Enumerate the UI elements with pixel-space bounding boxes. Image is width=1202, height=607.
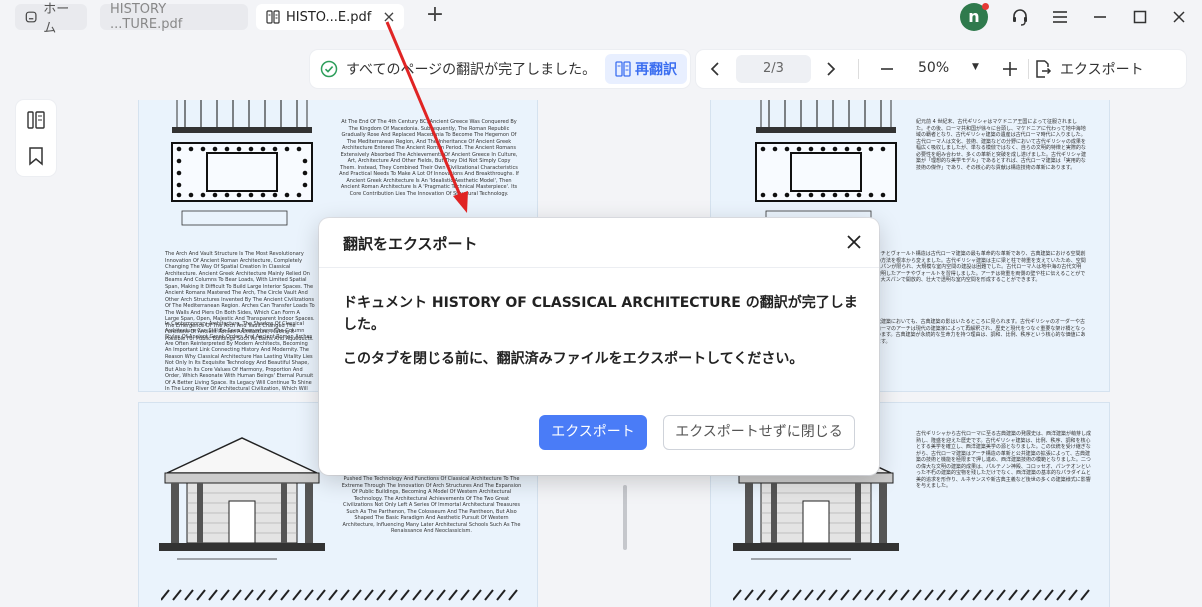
tab-close-icon[interactable]: ×	[380, 8, 398, 26]
export-toolbar-button[interactable]: エクスポート	[1034, 58, 1144, 80]
new-tab-plus-icon[interactable]: +	[424, 4, 446, 28]
zoom-dropdown-caret-icon[interactable]: ▼	[972, 62, 979, 72]
zoom-in-icon[interactable]	[999, 58, 1021, 80]
notification-dot	[982, 3, 989, 10]
zoom-out-icon[interactable]	[876, 58, 898, 80]
tab-document-original[interactable]: HISTORY ...TURE.pdf	[100, 2, 248, 32]
bookmark-icon[interactable]	[26, 146, 46, 166]
toolbar-divider	[858, 59, 859, 79]
temple-plan-drawing	[171, 100, 313, 226]
zoom-level[interactable]: 50%	[918, 60, 949, 76]
temple-facade-drawing	[159, 437, 325, 560]
scrollbar-thumb[interactable]	[623, 485, 627, 550]
dialog-close-icon[interactable]	[845, 233, 863, 251]
tab-document-translated[interactable]: HISTO...E.pdf ×	[256, 4, 404, 30]
tab-document-translated-label: HISTO...E.pdf	[286, 9, 372, 25]
dialog-header: 翻訳をエクスポート	[319, 218, 879, 268]
headset-icon[interactable]	[1008, 5, 1032, 29]
document-translate-icon	[266, 10, 280, 24]
close-without-export-button[interactable]: エクスポートせずに閉じる	[663, 415, 855, 450]
close-window-icon[interactable]	[1167, 5, 1191, 29]
page-text-block: In Contemporary Architecture, The Shadow…	[165, 321, 314, 392]
page-text-block: At The End Of The 4th Century BC, Ancien…	[339, 119, 519, 197]
minimize-icon[interactable]	[1088, 5, 1112, 29]
export-button[interactable]: エクスポート	[539, 415, 647, 450]
next-page-chevron-icon[interactable]	[820, 58, 842, 80]
previous-page-chevron-icon[interactable]	[704, 58, 726, 80]
page-navigation-bar: 2/3 50% ▼ エクスポート	[696, 50, 1186, 88]
toolbar-divider	[1028, 59, 1029, 79]
page-text-block: アーチとヴォールト構造は古代ローマ建築の最も革命的な革新であり、古典建築における…	[871, 251, 1086, 283]
page-text-block: 古代ギリシャから古代ローマに至る古典建築の発展史は、西洋建築が萌芽し成熟し、隆盛…	[916, 431, 1092, 489]
export-translation-dialog: 翻訳をエクスポート ドキュメント HISTORY OF CLASSICAL AR…	[319, 218, 879, 475]
tab-document-original-label: HISTORY ...TURE.pdf	[110, 2, 183, 32]
decorative-hatch-border	[733, 589, 1090, 601]
maximize-icon[interactable]	[1128, 5, 1152, 29]
tab-home[interactable]: ホーム	[15, 2, 87, 36]
export-file-icon	[1036, 60, 1052, 78]
thumbnails-icon[interactable]	[26, 110, 46, 130]
tab-home-label: ホーム	[43, 2, 70, 36]
page-text-block: 紀元前 4 世紀末、古代ギリシャはマケドニア王国によって征服されました。その後、…	[916, 119, 1087, 171]
home-icon	[25, 11, 37, 23]
page-text-block: 現代建築においても、古典建築の影はいたるところに見られます。古代ギリシャのオーダ…	[871, 319, 1086, 345]
dialog-message-instruction: このタブを閉じる前に、翻訳済みファイルをエクスポートしてください。	[343, 351, 804, 367]
left-sidebar	[16, 100, 56, 176]
decorative-hatch-border	[161, 589, 518, 601]
document-translate-icon	[615, 61, 631, 77]
retranslate-label: 再翻訳	[635, 62, 677, 78]
temple-plan-drawing	[755, 100, 897, 226]
title-bar: ホーム HISTORY ...TURE.pdf HISTO...E.pdf × …	[0, 0, 1202, 36]
translation-status-text: すべてのページの翻訳が完了しました。	[346, 62, 597, 78]
dialog-title: 翻訳をエクスポート	[343, 235, 478, 253]
retranslate-button[interactable]: 再翻訳	[605, 54, 687, 84]
page-indicator[interactable]: 2/3	[736, 55, 811, 83]
check-circle-icon	[320, 60, 338, 78]
export-toolbar-label: エクスポート	[1060, 62, 1144, 78]
dialog-message-complete: ドキュメント HISTORY OF CLASSICAL ARCHITECTURE…	[343, 295, 858, 333]
hamburger-menu-icon[interactable]	[1048, 5, 1072, 29]
